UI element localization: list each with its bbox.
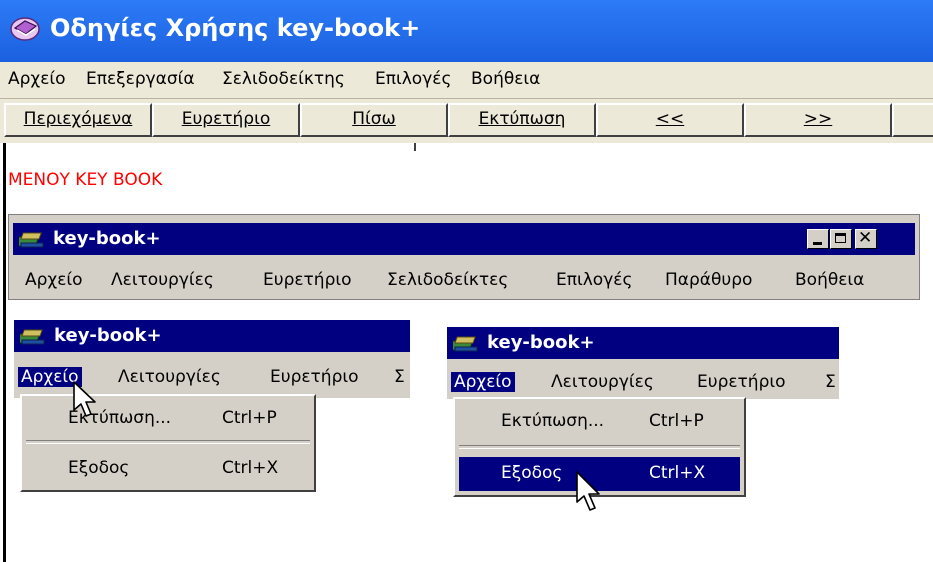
close-icon: ✕: [858, 228, 873, 248]
content-left-border: [3, 143, 6, 562]
menu-help[interactable]: Βοήθεια: [795, 270, 864, 290]
exit-item-shortcut: Ctrl+X: [222, 458, 279, 478]
print-item-shortcut: Ctrl+P: [222, 408, 277, 428]
example-title: key-book+: [487, 332, 595, 353]
print-menu-item[interactable]: Εκτύπωση... Ctrl+P: [26, 402, 310, 436]
keybook-title-bar: key-book+ ✕: [13, 223, 915, 255]
print-item-shortcut: Ctrl+P: [649, 411, 704, 431]
maximize-icon: [835, 233, 846, 243]
menu-index[interactable]: Ευρετήριο: [263, 270, 352, 290]
menu-bookmarks-truncated[interactable]: Σ: [825, 372, 836, 392]
mouse-pointer-icon: [576, 471, 600, 511]
menu-index[interactable]: Ευρετήριο: [697, 372, 786, 392]
file-menu-example-right: key-book+ Αρχείο Λειτουργίες Ευρετήριο Σ: [447, 327, 839, 399]
print-menu-item[interactable]: Εκτύπωση... Ctrl+P: [459, 405, 740, 439]
menu-separator: [26, 440, 310, 444]
menu-help[interactable]: Βοήθεια: [471, 69, 540, 89]
example-title-bar: key-book+: [14, 320, 410, 352]
menu-options[interactable]: Επιλογές: [375, 69, 451, 89]
menu-functions[interactable]: Λειτουργίες: [551, 372, 654, 392]
menu-separator: [459, 445, 740, 449]
close-button[interactable]: ✕: [855, 228, 877, 249]
title-bar: Οδηγίες Χρήσης key-book+: [0, 0, 933, 62]
exit-item-label: Εξοδος: [501, 463, 563, 483]
page-heading: ΜΕΝΟΥ KEY BOOK: [8, 170, 163, 190]
exit-menu-item[interactable]: Εξοδος Ctrl+X: [26, 452, 310, 486]
contents-button[interactable]: Περιεχόμενα: [4, 103, 152, 137]
index-button[interactable]: Ευρετήριο: [152, 103, 300, 137]
keybook-window-screenshot: key-book+ ✕ Αρχείο Λειτουργίες Ευρετήριο…: [8, 214, 920, 300]
menu-bookmarks[interactable]: Σελιδοδείκτες: [387, 270, 508, 290]
menu-window[interactable]: Παράθυρο: [665, 270, 752, 290]
menu-functions[interactable]: Λειτουργίες: [111, 270, 214, 290]
previous-topic-button[interactable]: <<: [596, 103, 744, 137]
print-item-label: Εκτύπωση...: [501, 411, 605, 431]
books-icon: [453, 336, 478, 352]
exit-item-shortcut: Ctrl+X: [649, 463, 706, 483]
menu-file[interactable]: Αρχείο: [25, 270, 83, 290]
mouse-pointer-icon: [73, 381, 96, 417]
example-title-bar: key-book+: [447, 327, 839, 359]
help-book-icon: [10, 17, 40, 41]
print-button[interactable]: Εκτύπωση: [448, 103, 596, 137]
books-icon: [19, 232, 44, 248]
books-icon: [20, 329, 45, 345]
menu-edit[interactable]: Επεξεργασία: [86, 69, 195, 89]
minimize-icon: [813, 242, 822, 245]
menu-bar: Αρχείο Επεξεργασία Σελιδοδείκτης Επιλογέ…: [0, 62, 933, 99]
window-title: Οδηγίες Χρήσης key-book+: [50, 14, 421, 42]
keybook-title: key-book+: [53, 228, 161, 249]
back-button[interactable]: Πίσω: [300, 103, 448, 137]
menu-functions[interactable]: Λειτουργίες: [118, 367, 221, 387]
toolbar-overflow-button[interactable]: [892, 103, 933, 137]
menu-file-selected[interactable]: Αρχείο: [451, 372, 515, 392]
divider: [414, 143, 416, 151]
menu-options[interactable]: Επιλογές: [556, 270, 632, 290]
exit-item-label: Εξοδος: [68, 458, 130, 478]
menu-bookmarks-truncated[interactable]: Σ: [394, 367, 405, 387]
toolbar: Περιεχόμενα Ευρετήριο Πίσω Εκτύπωση << >…: [0, 99, 933, 143]
next-topic-button[interactable]: >>: [744, 103, 892, 137]
menu-file[interactable]: Αρχείο: [8, 69, 66, 89]
maximize-button[interactable]: [830, 229, 852, 249]
menu-bookmark[interactable]: Σελιδοδείκτης: [222, 69, 345, 89]
file-dropdown-left: Εκτύπωση... Ctrl+P Εξοδος Ctrl+X: [20, 394, 316, 492]
menu-index[interactable]: Ευρετήριο: [270, 367, 359, 387]
example-title: key-book+: [54, 325, 162, 346]
minimize-button[interactable]: [807, 229, 829, 249]
